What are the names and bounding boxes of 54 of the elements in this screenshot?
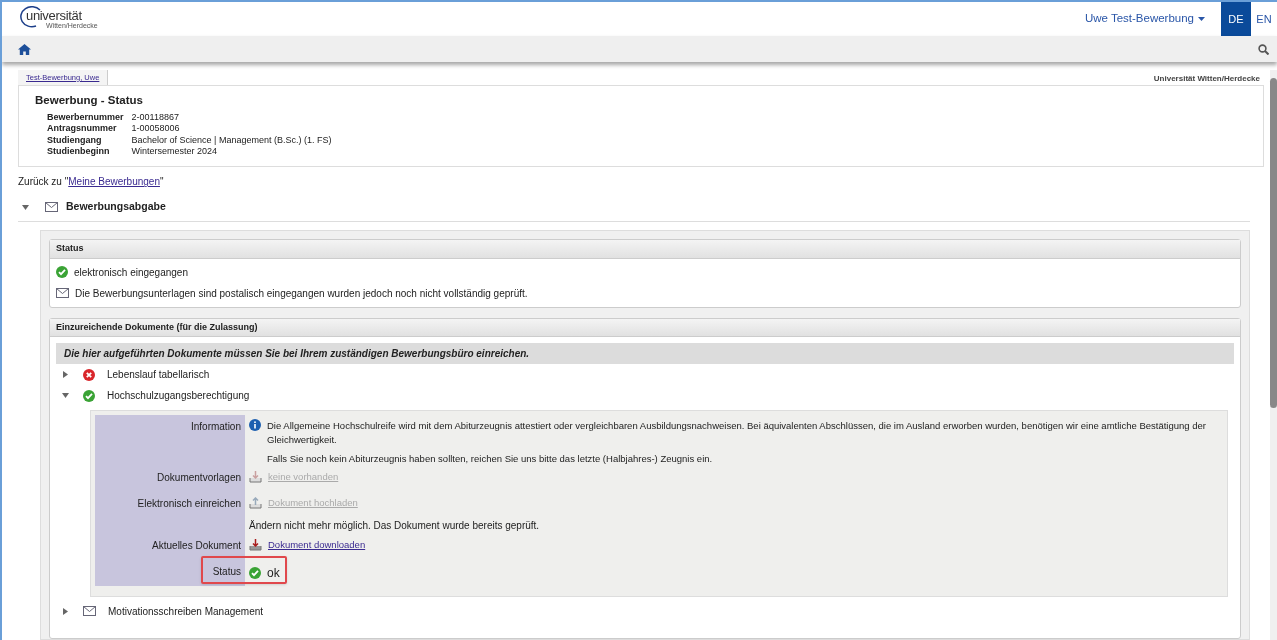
field-value: 2-00118867: [131, 111, 180, 123]
download-icon: [249, 470, 262, 483]
caret-down-icon[interactable]: [62, 392, 69, 399]
section-title[interactable]: Bewerbungsabgabe: [66, 199, 166, 215]
detail-label: Elektronisch einreichen: [137, 497, 241, 509]
envelope-icon: [45, 202, 58, 213]
field-value: Wintersemester 2024: [131, 146, 219, 158]
download-icon: [249, 538, 262, 551]
upload-icon: [249, 496, 262, 509]
information-text: Falls Sie noch kein Abiturzeugnis haben sollten, reichen Sie uns bitte das letzte (Halbjahres-) Zeugnis ein.: [267, 451, 714, 466]
status-text: Die Bewerbungsunterlagen sind postalisch eingegangen wurden jedoch noch nicht vollständig geprüft.: [75, 286, 528, 301]
caret-down-icon[interactable]: [22, 203, 29, 211]
scrollbar[interactable]: [1270, 70, 1277, 640]
status-value: ok: [267, 564, 280, 582]
caret-right-icon[interactable]: [62, 371, 69, 378]
search-icon[interactable]: [1258, 43, 1269, 55]
logo-word: universität: [26, 9, 83, 22]
information-text: Die Allgemeine Hochschulreife wird mit dem Abiturzeugnis attestiert oder vergleichbaren Ausbildungsnachweisen. Bei äquivalenten Abschlüssen, die im Ausland erworben wurden, benötigen wir eine amtliche Bestätigung der Gleichwertigkeit.: [267, 419, 1207, 448]
error-icon: [83, 368, 95, 381]
checkmark-icon: [83, 389, 95, 402]
note-text: Ändern nicht mehr möglich. Das Dokument wurde bereits geprüft.: [249, 519, 541, 533]
home-icon[interactable]: [18, 43, 31, 55]
document-item[interactable]: Lebenslauf tabellarisch: [107, 367, 210, 382]
detail-label: Aktuelles Dokument: [152, 539, 241, 551]
envelope-icon: [56, 288, 69, 298]
field-label: Studienbeginn: [47, 146, 111, 158]
panel-header: Status: [50, 240, 1240, 259]
detail-label: Dokumentvorlagen: [157, 471, 241, 483]
detail-label: Status: [212, 565, 241, 577]
caret-right-icon[interactable]: [62, 607, 69, 615]
document-item[interactable]: Hochschulzugangsberechtigung: [107, 388, 250, 403]
page-title: Bewerbung - Status: [35, 93, 144, 109]
field-value: 1-00058006: [131, 123, 181, 135]
detail-label: Information: [190, 421, 241, 432]
field-label: Bewerbernummer: [47, 111, 124, 123]
notice-banner: Die hier aufgeführten Dokumente müssen Sie bei Ihrem zuständigen Bewerbungsbüro einreichen.: [56, 343, 1234, 364]
language-tab[interactable]: EN: [1251, 2, 1277, 36]
field-label: Studiengang: [47, 134, 103, 146]
document-item[interactable]: Motivationsschreiben Management: [108, 603, 264, 619]
caret-down-icon: [1198, 17, 1205, 21]
language-tab[interactable]: DE: [1221, 2, 1251, 36]
document-link[interactable]: Dokument downloaden: [268, 537, 366, 552]
panel-header: Einzureichende Dokumente (für die Zulassung): [50, 318, 1240, 337]
field-value: Bachelor of Science | Management (B.Sc.) (1. FS): [131, 134, 333, 146]
info-icon: [249, 419, 261, 431]
envelope-icon: [83, 606, 96, 617]
status-text: elektronisch eingegangen: [74, 265, 188, 280]
back-link-text: Zurück zu "Meine Bewerbungen": [18, 176, 164, 188]
organisation-name: Universität Witten/Herdecke: [1153, 73, 1261, 86]
checkmark-icon: [249, 566, 261, 579]
user-menu[interactable]: Uwe Test-Bewerbung: [1084, 10, 1205, 28]
checkmark-icon: [56, 266, 68, 278]
field-label: Antragsnummer: [47, 123, 118, 135]
back-link[interactable]: Meine Bewerbungen: [68, 176, 160, 188]
